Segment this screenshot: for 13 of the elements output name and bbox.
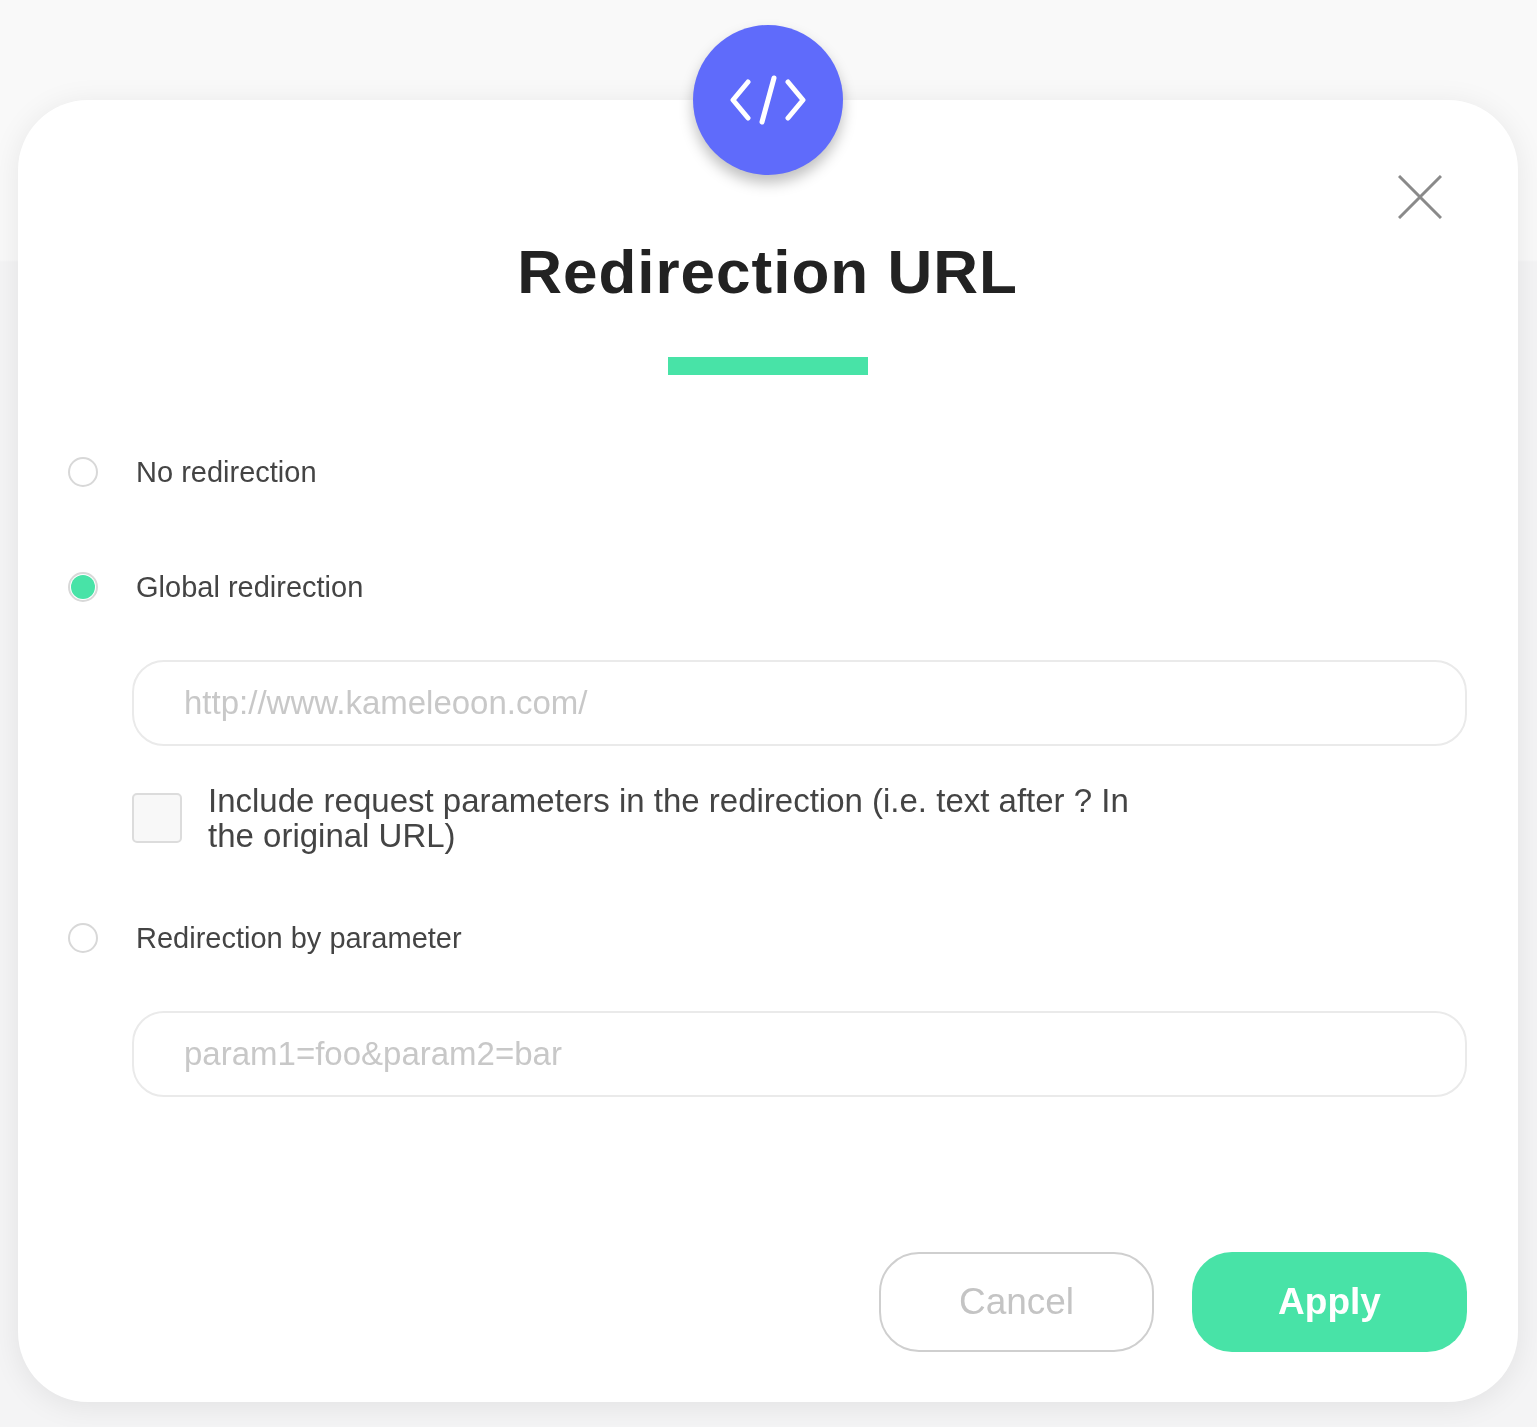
- code-icon: [730, 75, 806, 125]
- radio-button[interactable]: [68, 923, 98, 953]
- apply-button[interactable]: Apply: [1192, 1252, 1467, 1352]
- radio-button[interactable]: [68, 457, 98, 487]
- radio-button[interactable]: [68, 572, 98, 602]
- checkbox-label: Include request parameters in the redirection (i.e. text after ? In the original URL): [208, 783, 1130, 853]
- radio-label: Redirection by parameter: [136, 921, 462, 955]
- checkbox[interactable]: [132, 793, 182, 843]
- radio-label: No redirection: [136, 455, 317, 489]
- radio-label: Global redirection: [136, 570, 364, 604]
- dialog-title: Redirection URL: [516, 236, 1019, 308]
- close-button[interactable]: [1398, 175, 1442, 219]
- cancel-button[interactable]: Cancel: [879, 1252, 1154, 1352]
